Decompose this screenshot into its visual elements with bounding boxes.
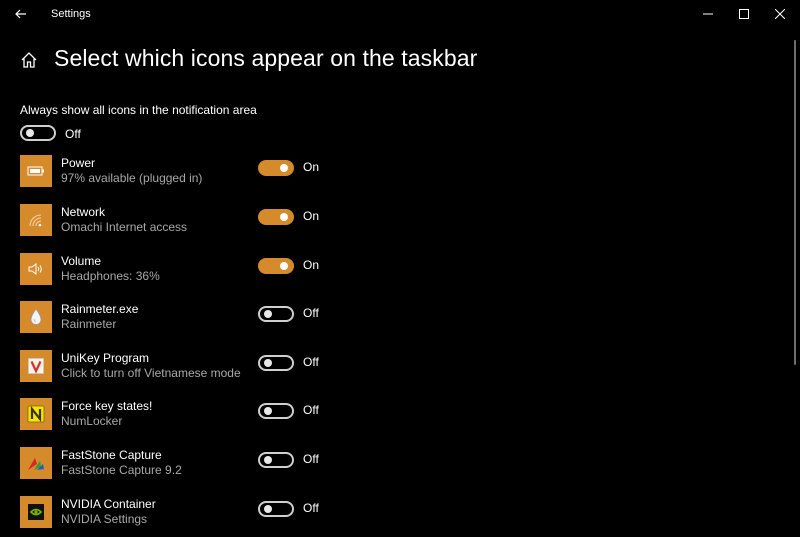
item-description: 97% available (plugged in)	[61, 171, 203, 185]
numlocker-toggle[interactable]	[258, 403, 294, 419]
toggle-knob	[264, 407, 272, 415]
item-description: FastStone Capture 9.2	[61, 463, 182, 477]
numlocker-tile	[20, 398, 52, 430]
back-arrow-icon	[15, 9, 26, 19]
toggle-knob	[264, 456, 272, 464]
maximize-icon	[739, 9, 749, 19]
toggle-knob	[264, 359, 272, 367]
minimize-icon	[703, 13, 713, 15]
item-state: Off	[303, 403, 319, 417]
network-tile	[20, 204, 52, 236]
always-show-toggle[interactable]	[20, 125, 56, 141]
close-icon	[775, 9, 785, 19]
unikey-toggle[interactable]	[258, 355, 294, 371]
list-item-nvidia: NVIDIA Container NVIDIA Settings Off	[0, 496, 800, 537]
list-item-network: Network Omachi Internet access On	[0, 204, 800, 252]
item-state: Off	[303, 501, 319, 515]
battery-icon	[27, 166, 44, 176]
always-show-label: Always show all icons in the notificatio…	[20, 103, 257, 117]
close-button[interactable]	[762, 0, 798, 28]
item-state: On	[303, 209, 320, 223]
item-description: NumLocker	[61, 414, 123, 428]
toggle-knob	[264, 505, 272, 513]
volume-tile	[20, 253, 52, 285]
item-name: Rainmeter.exe	[61, 302, 139, 316]
item-description: Omachi Internet access	[61, 220, 188, 234]
list-item-unikey: UniKey Program Click to turn off Vietnam…	[0, 350, 800, 398]
item-state: Off	[303, 355, 319, 369]
nvidia-tile	[20, 496, 52, 528]
item-description: Rainmeter	[61, 317, 117, 331]
back-button[interactable]	[8, 2, 34, 26]
numlocker-n-icon	[27, 405, 45, 423]
item-name: Network	[61, 205, 106, 219]
faststone-toggle[interactable]	[258, 452, 294, 468]
toggle-knob	[280, 262, 288, 270]
volume-toggle[interactable]	[258, 258, 294, 274]
item-state: On	[303, 258, 320, 272]
item-name: UniKey Program	[61, 351, 150, 365]
toggle-knob	[280, 164, 288, 172]
toggle-knob	[280, 213, 288, 221]
nvidia-icon	[28, 504, 44, 520]
unikey-tile	[20, 350, 52, 382]
item-state: Off	[303, 306, 319, 320]
rainmeter-drop-icon	[30, 308, 42, 325]
toggle-knob	[264, 310, 272, 318]
item-description: Click to turn off Vietnamese mode	[61, 366, 241, 380]
item-name: NVIDIA Container	[61, 497, 156, 511]
item-name: FastStone Capture	[61, 448, 162, 462]
toggle-knob	[26, 129, 34, 137]
unikey-v-icon	[28, 358, 44, 374]
page-title: Select which icons appear on the taskbar	[54, 45, 478, 71]
scrollbar[interactable]	[794, 40, 796, 365]
list-item-numlocker: Force key states! NumLocker Off	[0, 398, 800, 446]
list-item-faststone: FastStone Capture FastStone Capture 9.2 …	[0, 447, 800, 495]
power-toggle[interactable]	[258, 160, 294, 176]
item-state: Off	[303, 452, 319, 466]
item-name: Force key states!	[61, 399, 153, 413]
minimize-button[interactable]	[690, 0, 726, 28]
item-state: On	[303, 160, 320, 174]
settings-window: Settings Select which icons appear on th…	[0, 0, 800, 537]
faststone-capture-icon	[28, 458, 44, 470]
rainmeter-tile	[20, 301, 52, 333]
item-name: Volume	[61, 254, 102, 268]
item-name: Power	[61, 156, 96, 170]
rainmeter-toggle[interactable]	[258, 306, 294, 322]
item-description: Headphones: 36%	[61, 269, 160, 283]
list-item-rainmeter: Rainmeter.exe Rainmeter Off	[0, 301, 800, 349]
home-button[interactable]	[20, 51, 38, 69]
item-description: NVIDIA Settings	[61, 512, 148, 526]
title-bar: Settings	[0, 0, 800, 30]
home-icon	[21, 52, 37, 68]
list-item-power: Power 97% available (plugged in) On	[0, 155, 800, 203]
app-title: Settings	[51, 8, 91, 20]
wifi-icon	[29, 214, 42, 227]
always-show-state: Off	[65, 127, 81, 141]
nvidia-toggle[interactable]	[258, 501, 294, 517]
power-tile	[20, 155, 52, 187]
faststone-tile	[20, 447, 52, 479]
speaker-icon	[28, 263, 42, 275]
list-item-volume: Volume Headphones: 36% On	[0, 253, 800, 301]
network-toggle[interactable]	[258, 209, 294, 225]
maximize-button[interactable]	[726, 0, 762, 28]
